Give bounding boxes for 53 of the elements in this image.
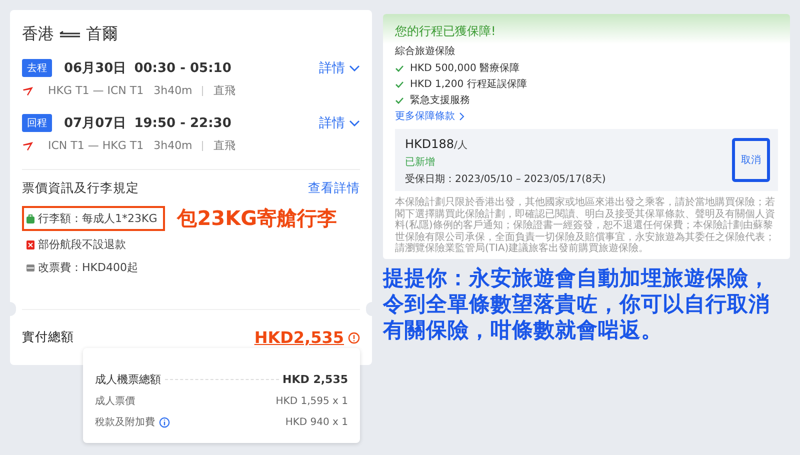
more-terms-link[interactable]: 更多保障條款 xyxy=(395,109,778,123)
annotation-text: 包23KG寄艙行李 xyxy=(177,205,337,232)
origin-city: 香港 xyxy=(22,24,54,45)
destination-city: 首爾 xyxy=(86,24,118,45)
flight-date: 06月30日 xyxy=(64,60,126,77)
flight-badge: 回程 xyxy=(22,114,52,132)
coverage-period: 受保日期：2023/05/10 – 2023/05/17(8天) xyxy=(405,172,606,186)
info-icon[interactable] xyxy=(159,416,170,428)
breakdown-label: 稅款及附加費 xyxy=(95,416,155,429)
breakdown-label: 成人機票總額 xyxy=(95,372,161,387)
rule-item: 部份航段不設退款 xyxy=(22,234,130,255)
flight-route: ICN T1 — HKG T1 xyxy=(48,139,144,152)
flight-type: 直飛 xyxy=(213,83,236,98)
flight-route: HKG T1 — ICN T1 xyxy=(48,84,144,97)
cancel-button[interactable]: 取消 xyxy=(732,138,770,182)
airline-logo-icon xyxy=(22,140,34,150)
benefit-item: HKD 500,000 醫療保障 xyxy=(410,62,520,75)
flight-date: 07月07日 xyxy=(64,115,126,132)
flight-time: 00:30 - 05:10 xyxy=(134,60,232,76)
chevron-down-icon xyxy=(349,64,360,72)
rules-title: 票價資訊及行李規定 xyxy=(22,180,139,197)
breakdown-label: 成人票價 xyxy=(95,394,135,408)
info-icon xyxy=(348,332,360,344)
total-label: 實付總額 xyxy=(22,329,74,346)
chevron-right-icon xyxy=(459,112,465,120)
insurance-heading: 您的行程已獲保障! xyxy=(395,24,496,38)
round-trip-icon xyxy=(59,30,81,38)
no-refund-icon xyxy=(26,240,35,250)
total-price[interactable]: HKD2,535 xyxy=(254,328,344,347)
breakdown-total: HKD 2,535 xyxy=(282,373,348,386)
tip-annotation: 提提你：永安旅遊會自動加埋旅遊保險，令到全單條數望落貴咗，你可以自行取消有關保險，咁條數就會啱返。 xyxy=(383,264,771,342)
rule-item: 改票費：HKD400起 xyxy=(22,257,142,278)
flight-type: 直飛 xyxy=(213,138,236,153)
benefit-item: HKD 1,200 行程延誤保障 xyxy=(410,78,527,91)
chevron-down-icon xyxy=(349,120,360,126)
details-link[interactable]: 詳情 xyxy=(319,114,360,132)
flight-badge: 去程 xyxy=(22,59,52,77)
added-status: 已新增 xyxy=(405,156,436,169)
breakdown-value: HKD 1,595 x 1 xyxy=(276,396,348,406)
breakdown-value: HKD 940 x 1 xyxy=(285,416,348,428)
fine-print: 本保險計劃只限於香港出發，其他國家或地區來港出發之乘客，請於當地購買保險；若閣下選擇購買此保險計劃，即確認已閱讀、明白及接受其保單條款、聲明及有關個人資料(私隱)條例的客戶通知；保險證書一經簽發，恕不退還任何保費；本保險計劃由蘇黎世保險有限公司承保，全面負責一切保險及賠償事宜，永安旅遊為其委任之保險代表；請瀏覽保險業監管局(TIA)建議旅客出發前購買旅遊保險。 xyxy=(395,197,776,254)
view-details-link[interactable]: 查看詳情 xyxy=(308,180,360,197)
flight-time: 19:50 - 22:30 xyxy=(134,116,232,130)
luggage-icon xyxy=(26,214,35,224)
insurance-price: HKD188 xyxy=(405,137,454,151)
airline-logo-icon xyxy=(22,86,34,96)
benefit-item: 緊急支援服務 xyxy=(410,94,470,107)
price-unit: /人 xyxy=(454,140,468,151)
plan-name: 綜合旅遊保險 xyxy=(395,44,456,58)
flight-duration: 3h40m xyxy=(154,139,192,152)
ticket-icon xyxy=(26,262,35,272)
details-link[interactable]: 詳情 xyxy=(319,59,360,77)
flight-duration: 3h40m xyxy=(154,84,192,97)
